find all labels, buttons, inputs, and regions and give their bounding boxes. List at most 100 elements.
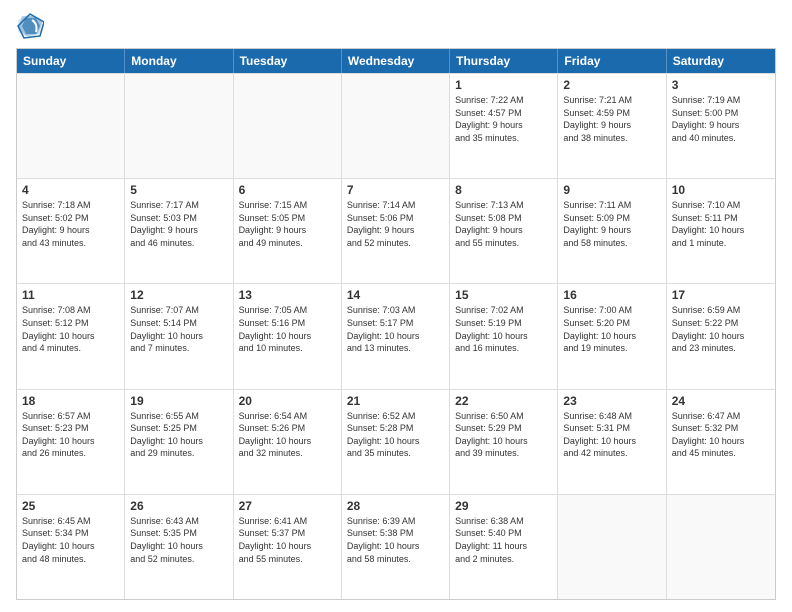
day-cell-25: 25 Sunrise: 6:45 AM Sunset: 5:34 PM Dayli…: [17, 495, 125, 599]
day-number: 14: [347, 288, 444, 302]
day-number: 13: [239, 288, 336, 302]
day-cell-13: 13 Sunrise: 7:05 AM Sunset: 5:16 PM Dayli…: [234, 284, 342, 388]
day-cell-29: 29Sunrise: 6:38 AM Sunset: 5:40 PM Dayli…: [450, 495, 558, 599]
day-number: 11: [22, 288, 119, 302]
day-number: 25: [22, 499, 119, 513]
empty-cell: [234, 74, 342, 178]
day-cell-21: 21 Sunrise: 6:52 AM Sunset: 5:28 PM Dayli…: [342, 390, 450, 494]
day-number: 7: [347, 183, 444, 197]
day-cell-24: 24 Sunrise: 6:47 AM Sunset: 5:32 PM Dayli…: [667, 390, 775, 494]
page: SundayMondayTuesdayWednesdayThursdayFrid…: [0, 0, 792, 612]
calendar: SundayMondayTuesdayWednesdayThursdayFrid…: [16, 48, 776, 600]
day-cell-26: 26 Sunrise: 6:43 AM Sunset: 5:35 PM Dayli…: [125, 495, 233, 599]
day-cell-5: 5 Sunrise: 7:17 AM Sunset: 5:03 PM Daylig…: [125, 179, 233, 283]
day-info: Sunrise: 6:39 AM Sunset: 5:38 PM Dayligh…: [347, 515, 444, 565]
day-cell-22: 22 Sunrise: 6:50 AM Sunset: 5:29 PM Dayli…: [450, 390, 558, 494]
day-info: Sunrise: 6:43 AM Sunset: 5:35 PM Dayligh…: [130, 515, 227, 565]
day-cell-16: 16 Sunrise: 7:00 AM Sunset: 5:20 PM Dayli…: [558, 284, 666, 388]
day-number: 15: [455, 288, 552, 302]
day-number: 23: [563, 394, 660, 408]
day-cell-10: 10 Sunrise: 7:10 AM Sunset: 5:11 PM Dayli…: [667, 179, 775, 283]
empty-cell: [667, 495, 775, 599]
header-day-monday: Monday: [125, 49, 233, 73]
day-number: 8: [455, 183, 552, 197]
day-cell-9: 9 Sunrise: 7:11 AM Sunset: 5:09 PM Daylig…: [558, 179, 666, 283]
day-cell-17: 17 Sunrise: 6:59 AM Sunset: 5:22 PM Dayli…: [667, 284, 775, 388]
day-cell-8: 8 Sunrise: 7:13 AM Sunset: 5:08 PM Daylig…: [450, 179, 558, 283]
header-day-tuesday: Tuesday: [234, 49, 342, 73]
calendar-row-0: 1Sunrise: 7:22 AM Sunset: 4:57 PM Daylig…: [17, 73, 775, 178]
day-info: Sunrise: 6:47 AM Sunset: 5:32 PM Dayligh…: [672, 410, 770, 460]
day-cell-15: 15Sunrise: 7:02 AM Sunset: 5:19 PM Dayli…: [450, 284, 558, 388]
day-number: 9: [563, 183, 660, 197]
day-info: Sunrise: 7:00 AM Sunset: 5:20 PM Dayligh…: [563, 304, 660, 354]
day-number: 1: [455, 78, 552, 92]
day-number: 28: [347, 499, 444, 513]
calendar-row-3: 18Sunrise: 6:57 AM Sunset: 5:23 PM Dayli…: [17, 389, 775, 494]
day-info: Sunrise: 6:45 AM Sunset: 5:34 PM Dayligh…: [22, 515, 119, 565]
day-number: 17: [672, 288, 770, 302]
calendar-header: SundayMondayTuesdayWednesdayThursdayFrid…: [17, 49, 775, 73]
day-info: Sunrise: 7:21 AM Sunset: 4:59 PM Dayligh…: [563, 94, 660, 144]
day-cell-28: 28 Sunrise: 6:39 AM Sunset: 5:38 PM Dayli…: [342, 495, 450, 599]
day-info: Sunrise: 6:41 AM Sunset: 5:37 PM Dayligh…: [239, 515, 336, 565]
day-cell-23: 23 Sunrise: 6:48 AM Sunset: 5:31 PM Dayli…: [558, 390, 666, 494]
day-cell-12: 12Sunrise: 7:07 AM Sunset: 5:14 PM Dayli…: [125, 284, 233, 388]
day-info: Sunrise: 7:03 AM Sunset: 5:17 PM Dayligh…: [347, 304, 444, 354]
empty-cell: [558, 495, 666, 599]
day-info: Sunrise: 7:13 AM Sunset: 5:08 PM Dayligh…: [455, 199, 552, 249]
day-cell-3: 3 Sunrise: 7:19 AM Sunset: 5:00 PM Daylig…: [667, 74, 775, 178]
day-cell-27: 27Sunrise: 6:41 AM Sunset: 5:37 PM Dayli…: [234, 495, 342, 599]
day-info: Sunrise: 7:17 AM Sunset: 5:03 PM Dayligh…: [130, 199, 227, 249]
day-info: Sunrise: 7:14 AM Sunset: 5:06 PM Dayligh…: [347, 199, 444, 249]
logo-icon: [16, 12, 44, 40]
day-info: Sunrise: 6:48 AM Sunset: 5:31 PM Dayligh…: [563, 410, 660, 460]
day-number: 29: [455, 499, 552, 513]
header-day-saturday: Saturday: [667, 49, 775, 73]
day-info: Sunrise: 6:59 AM Sunset: 5:22 PM Dayligh…: [672, 304, 770, 354]
day-number: 3: [672, 78, 770, 92]
day-info: Sunrise: 6:52 AM Sunset: 5:28 PM Dayligh…: [347, 410, 444, 460]
day-number: 26: [130, 499, 227, 513]
day-info: Sunrise: 7:19 AM Sunset: 5:00 PM Dayligh…: [672, 94, 770, 144]
day-info: Sunrise: 7:11 AM Sunset: 5:09 PM Dayligh…: [563, 199, 660, 249]
day-cell-4: 4 Sunrise: 7:18 AM Sunset: 5:02 PM Daylig…: [17, 179, 125, 283]
calendar-body: 1Sunrise: 7:22 AM Sunset: 4:57 PM Daylig…: [17, 73, 775, 599]
day-info: Sunrise: 7:05 AM Sunset: 5:16 PM Dayligh…: [239, 304, 336, 354]
day-cell-2: 2 Sunrise: 7:21 AM Sunset: 4:59 PM Daylig…: [558, 74, 666, 178]
empty-cell: [342, 74, 450, 178]
day-number: 2: [563, 78, 660, 92]
day-info: Sunrise: 7:15 AM Sunset: 5:05 PM Dayligh…: [239, 199, 336, 249]
day-cell-19: 19Sunrise: 6:55 AM Sunset: 5:25 PM Dayli…: [125, 390, 233, 494]
header-day-thursday: Thursday: [450, 49, 558, 73]
calendar-row-1: 4 Sunrise: 7:18 AM Sunset: 5:02 PM Daylig…: [17, 178, 775, 283]
day-number: 21: [347, 394, 444, 408]
header: [16, 12, 776, 40]
day-number: 6: [239, 183, 336, 197]
header-day-wednesday: Wednesday: [342, 49, 450, 73]
day-info: Sunrise: 7:07 AM Sunset: 5:14 PM Dayligh…: [130, 304, 227, 354]
day-cell-20: 20 Sunrise: 6:54 AM Sunset: 5:26 PM Dayli…: [234, 390, 342, 494]
day-cell-11: 11Sunrise: 7:08 AM Sunset: 5:12 PM Dayli…: [17, 284, 125, 388]
day-info: Sunrise: 7:10 AM Sunset: 5:11 PM Dayligh…: [672, 199, 770, 249]
calendar-row-4: 25 Sunrise: 6:45 AM Sunset: 5:34 PM Dayli…: [17, 494, 775, 599]
empty-cell: [125, 74, 233, 178]
calendar-row-2: 11Sunrise: 7:08 AM Sunset: 5:12 PM Dayli…: [17, 283, 775, 388]
day-info: Sunrise: 6:50 AM Sunset: 5:29 PM Dayligh…: [455, 410, 552, 460]
header-day-sunday: Sunday: [17, 49, 125, 73]
day-info: Sunrise: 6:55 AM Sunset: 5:25 PM Dayligh…: [130, 410, 227, 460]
day-number: 22: [455, 394, 552, 408]
day-number: 5: [130, 183, 227, 197]
day-number: 4: [22, 183, 119, 197]
day-number: 16: [563, 288, 660, 302]
empty-cell: [17, 74, 125, 178]
day-number: 20: [239, 394, 336, 408]
day-info: Sunrise: 7:18 AM Sunset: 5:02 PM Dayligh…: [22, 199, 119, 249]
day-cell-14: 14 Sunrise: 7:03 AM Sunset: 5:17 PM Dayli…: [342, 284, 450, 388]
day-cell-18: 18Sunrise: 6:57 AM Sunset: 5:23 PM Dayli…: [17, 390, 125, 494]
day-info: Sunrise: 6:57 AM Sunset: 5:23 PM Dayligh…: [22, 410, 119, 460]
day-info: Sunrise: 6:54 AM Sunset: 5:26 PM Dayligh…: [239, 410, 336, 460]
day-number: 24: [672, 394, 770, 408]
day-number: 10: [672, 183, 770, 197]
day-cell-6: 6 Sunrise: 7:15 AM Sunset: 5:05 PM Daylig…: [234, 179, 342, 283]
